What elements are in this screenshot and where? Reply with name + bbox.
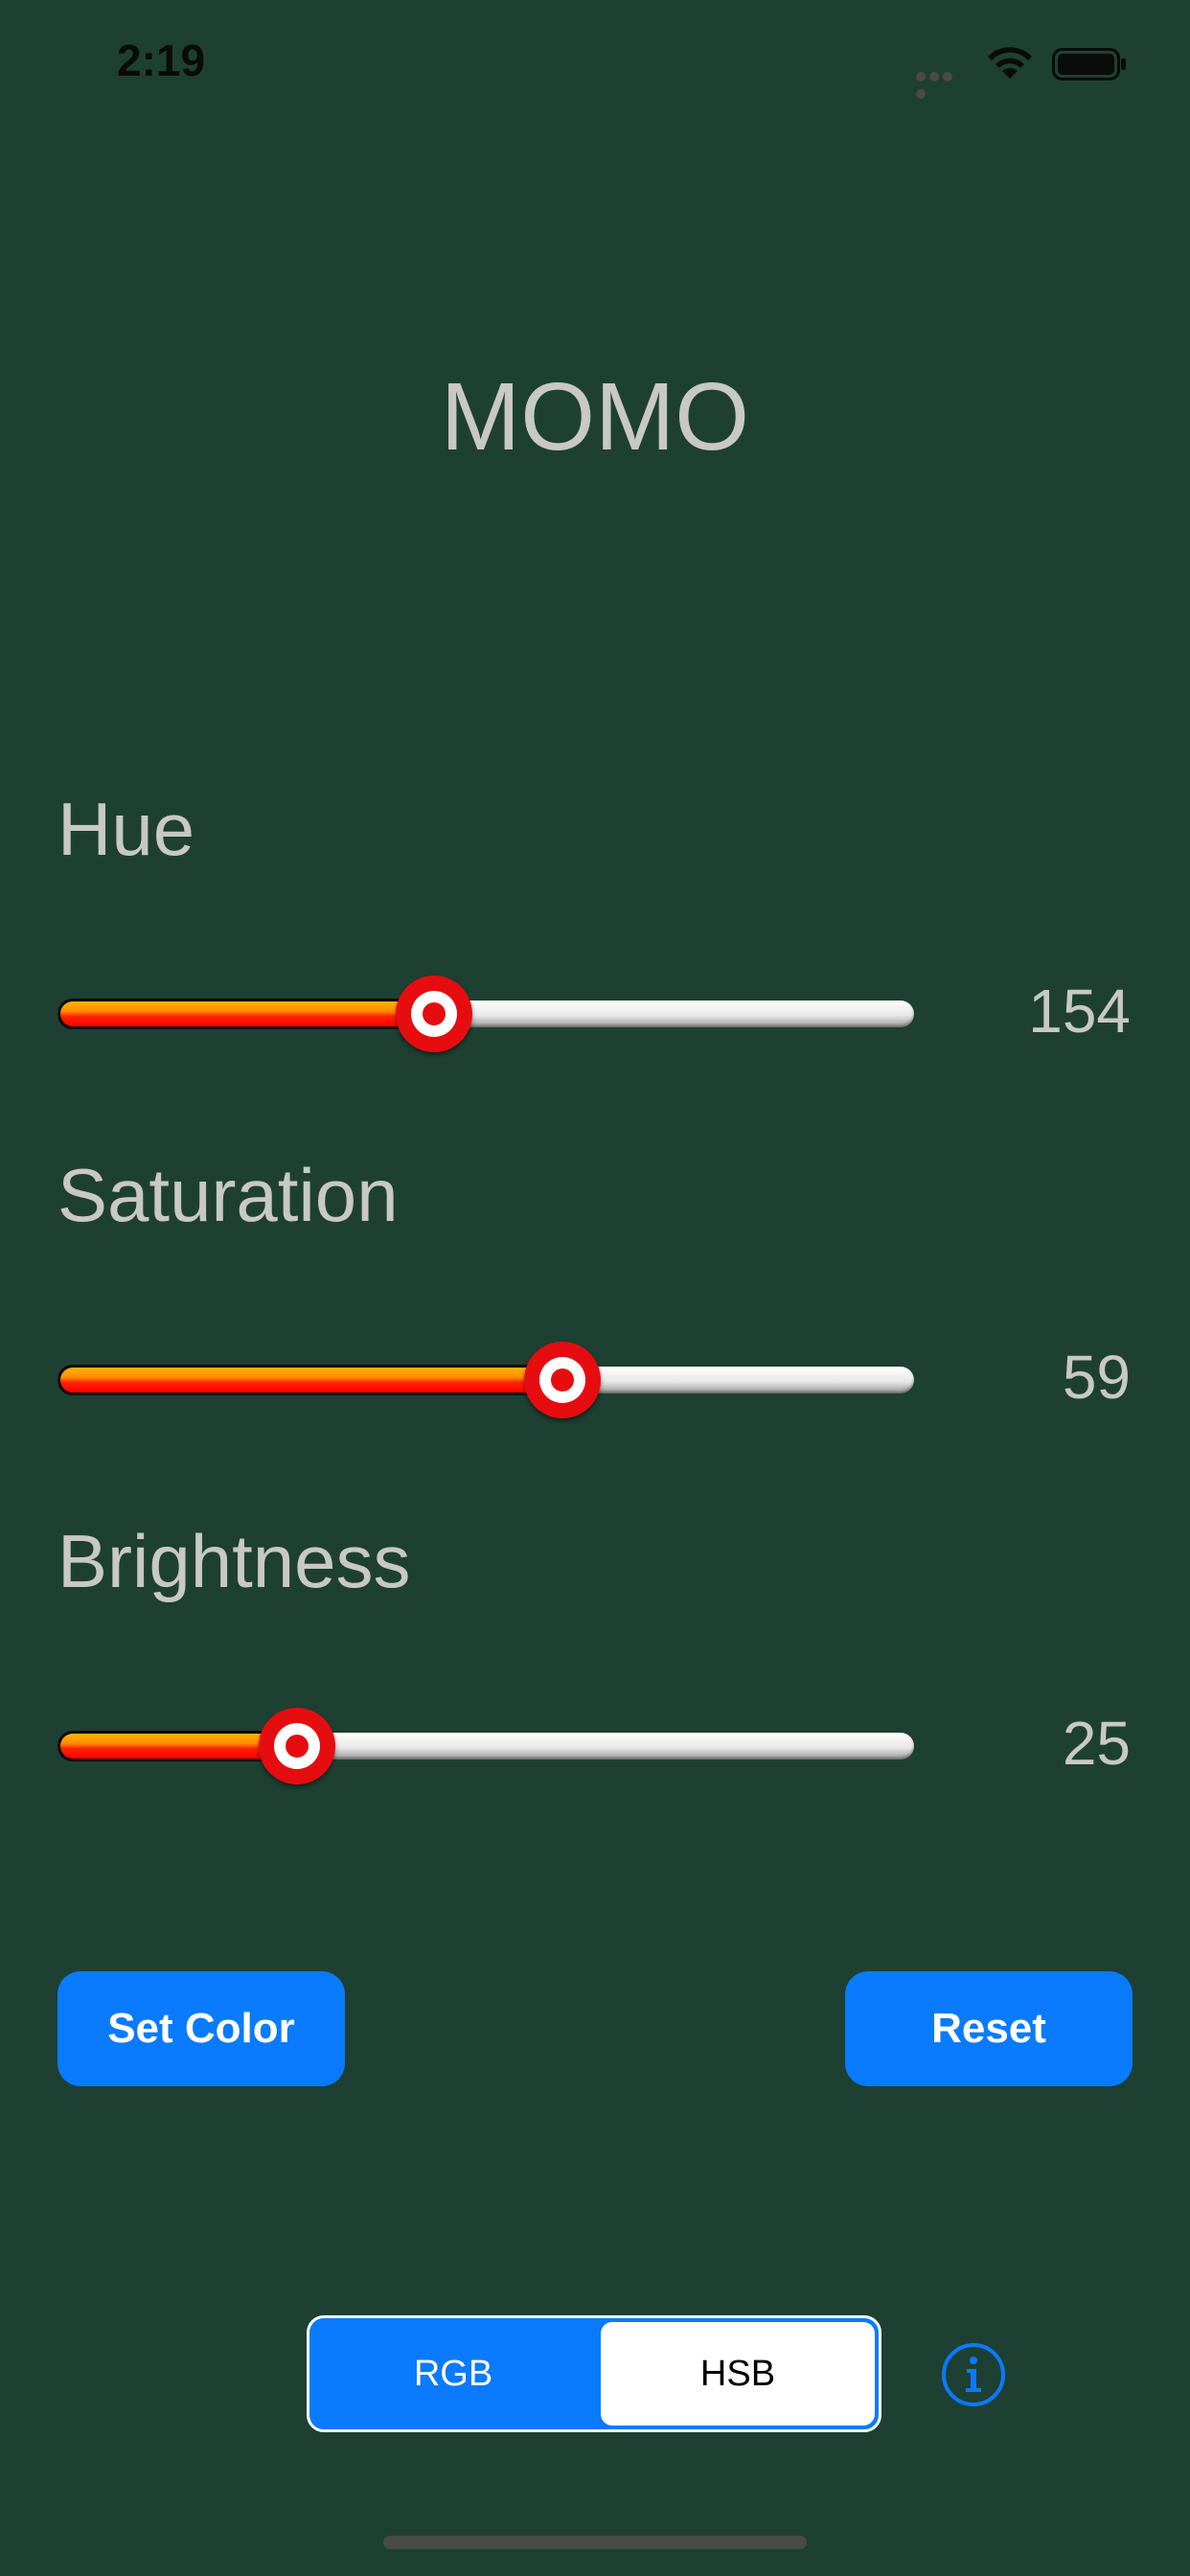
hue-label: Hue (57, 787, 195, 871)
saturation-value: 59 (1062, 1343, 1131, 1412)
saturation-label: Saturation (57, 1153, 399, 1237)
hue-value: 154 (1028, 977, 1131, 1046)
brightness-slider[interactable] (57, 1708, 914, 1784)
saturation-slider[interactable] (57, 1342, 914, 1418)
slider-thumb[interactable] (259, 1708, 336, 1784)
set-color-button[interactable]: Set Color (57, 1971, 345, 2086)
slider-fill (57, 1365, 563, 1395)
home-indicator (383, 2536, 807, 2549)
segment-hsb[interactable]: HSB (601, 2322, 875, 2426)
segment-rgb[interactable]: RGB (309, 2318, 597, 2429)
hue-slider[interactable] (57, 976, 914, 1052)
slider-fill (57, 999, 435, 1029)
color-mode-segmented-control[interactable]: RGB HSB (307, 2315, 881, 2432)
reset-button[interactable]: Reset (845, 1971, 1133, 2086)
battery-icon (1052, 48, 1126, 80)
slider-thumb[interactable] (524, 1342, 602, 1418)
app-title: MOMO (440, 363, 750, 471)
slider-thumb[interactable] (396, 976, 473, 1052)
wifi-icon (988, 47, 1032, 79)
brightness-label: Brightness (57, 1519, 411, 1603)
brightness-value: 25 (1062, 1709, 1131, 1778)
cellular-signal-icon (916, 69, 968, 99)
status-time: 2:19 (117, 35, 206, 85)
info-icon[interactable] (941, 2342, 1006, 2407)
